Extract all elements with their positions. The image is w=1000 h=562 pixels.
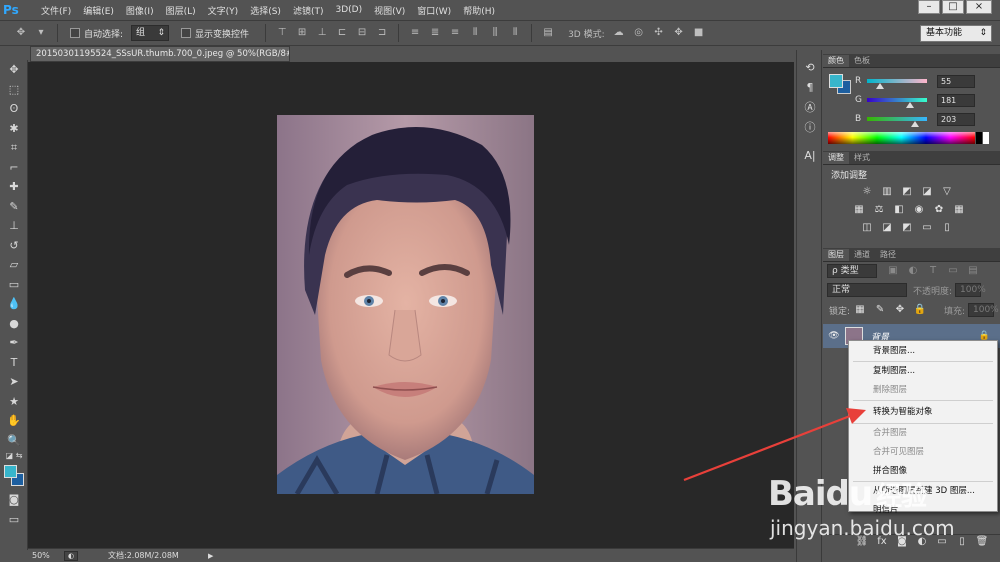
watermark-url: jingyan.baidu.com [770,516,955,540]
watermark-suffix: 经验 [876,482,927,512]
baidu-watermark-logo: Baidu 经验 [768,474,927,514]
photoshop-window: Ps 文件(F) 编辑(E) 图像(I) 图层(L) 文字(Y) 选择(S) 滤… [0,0,1000,562]
watermark-brand: Baidu [768,474,873,514]
